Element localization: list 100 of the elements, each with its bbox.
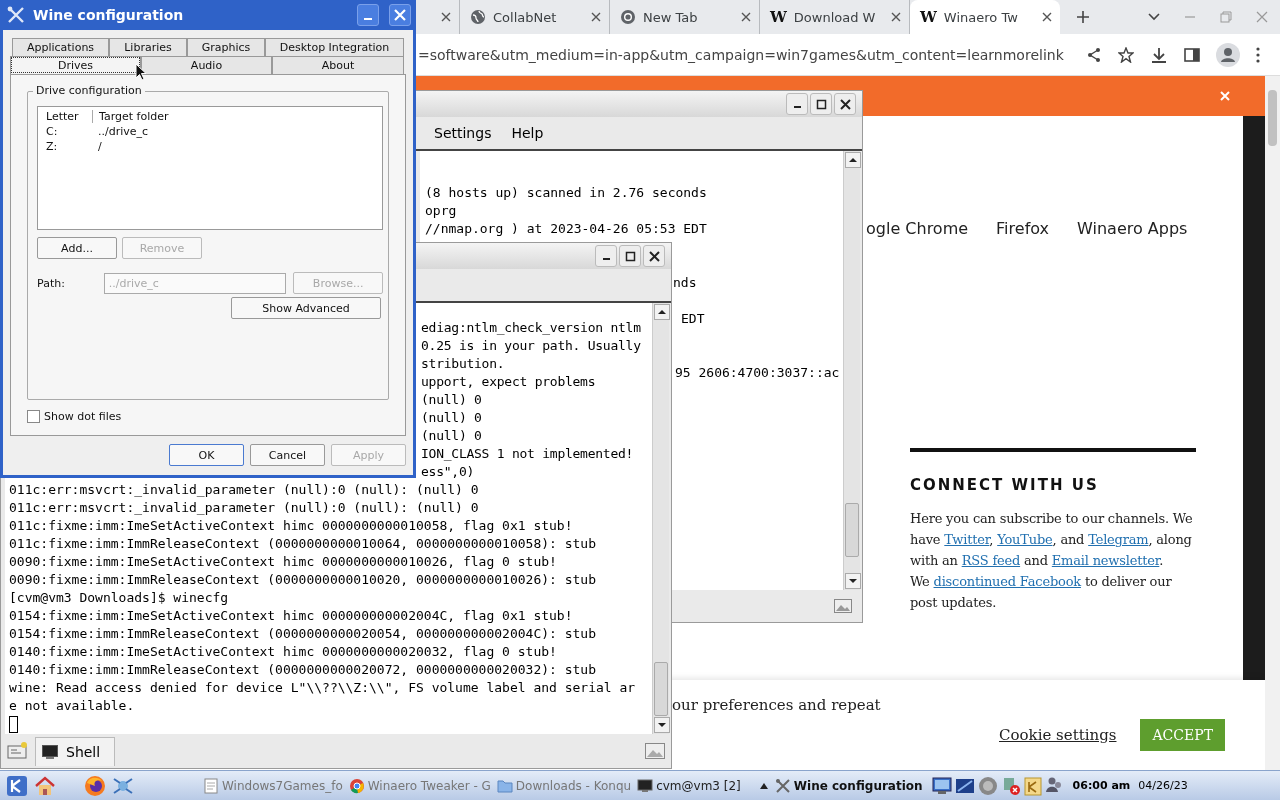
column-header[interactable]: Letter xyxy=(46,110,93,123)
tab[interactable]: Drives xyxy=(10,56,141,74)
scroll-up-icon[interactable] xyxy=(845,152,861,168)
nav-link[interactable]: ogle Chrome xyxy=(866,219,969,238)
close-icon[interactable] xyxy=(741,12,751,22)
tab[interactable]: Applications xyxy=(12,38,109,56)
maximize-button[interactable] xyxy=(619,245,641,267)
close-icon[interactable] xyxy=(648,250,660,262)
close-icon[interactable] xyxy=(1042,12,1052,22)
tools-icon xyxy=(774,777,791,794)
profile-icon[interactable] xyxy=(1216,42,1240,67)
start-menu-icon[interactable] xyxy=(6,774,28,797)
clock-time: 06:00 am xyxy=(1072,779,1131,792)
browser-tab[interactable]: W Winaero Tw xyxy=(910,0,1060,34)
star-icon[interactable] xyxy=(1118,46,1134,63)
maximize-button[interactable] xyxy=(810,93,832,115)
home-icon[interactable] xyxy=(34,774,56,797)
close-icon[interactable] xyxy=(891,12,901,22)
terminal-line: 0.25 is in your path. Usually xyxy=(421,337,642,355)
display-icon[interactable] xyxy=(954,776,975,795)
paragraph: Here you can subscribe to our channels. We have Twitter, YouTube, and Telegram, along with an RSS feed and Email newsletter. xyxy=(910,510,1194,570)
paragraph: We discontinued Facebook to deliver our post updates. xyxy=(910,573,1173,612)
firefox-icon[interactable] xyxy=(84,774,106,797)
terminal-line: upport, expect problems xyxy=(421,373,597,391)
share-icon[interactable] xyxy=(1086,46,1102,63)
menu-icon[interactable] xyxy=(1256,46,1260,63)
terminal-icon xyxy=(637,777,654,794)
scrollbar-thumb[interactable] xyxy=(654,662,668,716)
menu-item[interactable]: Help xyxy=(511,125,544,141)
maximize-icon[interactable] xyxy=(624,250,636,262)
scroll-down-icon[interactable] xyxy=(654,717,670,733)
terminal-line: e not available. xyxy=(9,697,136,715)
terminal-line: 0140:fixme:imm:ImeSetActiveContext himc 0000000000020032, flag 0 stub! xyxy=(9,643,558,661)
tab[interactable]: Audio xyxy=(141,56,272,74)
terminal-line: 0154:fixme:imm:ImmReleaseContext (0000000000020054, 000000000002004C): stub xyxy=(9,625,597,643)
link[interactable]: discontinued Facebook xyxy=(933,574,1081,589)
button[interactable]: Add... xyxy=(37,237,117,259)
scrollbar[interactable] xyxy=(1265,76,1280,770)
close-icon[interactable] xyxy=(441,12,451,22)
terminal-line: 011c:err:msvcrt:_invalid_parameter (null):0 (null): (null) 0 xyxy=(9,499,480,517)
link[interactable]: YouTube xyxy=(997,532,1053,547)
scrollbar[interactable] xyxy=(843,151,860,590)
terminal-line: 0090:fixme:imm:ImmReleaseContext (0000000000010020, 0000000000010026): stub xyxy=(9,571,597,589)
monitor-icon[interactable] xyxy=(931,776,952,795)
tab[interactable]: Graphics xyxy=(187,38,265,56)
terminal-line: 0140:fixme:imm:ImmReleaseContext (0000000000020072, 0000000000020032): stub xyxy=(9,661,597,679)
close-button[interactable] xyxy=(834,93,856,115)
window-title: Wine configuration xyxy=(33,7,184,23)
terminal-line: (8 hosts up) scanned in 2.76 seconds xyxy=(425,184,708,202)
side-panel-icon[interactable] xyxy=(1184,46,1200,63)
minimize-button[interactable] xyxy=(595,245,617,267)
image-icon[interactable] xyxy=(645,743,665,759)
show-advanced-button[interactable]: Show Advanced xyxy=(231,297,381,319)
terminal-line: 95 2606:4700:3037::ac xyxy=(675,364,841,382)
nav-link[interactable]: Firefox xyxy=(996,219,1050,238)
chevron-down-icon[interactable] xyxy=(1148,13,1160,21)
button[interactable]: OK xyxy=(169,444,244,466)
maximize-icon[interactable] xyxy=(815,98,827,110)
download-icon[interactable] xyxy=(1150,45,1168,64)
terminal-line: ess",0) xyxy=(421,463,476,481)
tab[interactable]: About xyxy=(272,56,404,74)
scrollbar[interactable] xyxy=(652,303,669,734)
terminal-line: 011c:err:msvcrt:_invalid_parameter (null):0 (null): (null) 0 xyxy=(9,481,480,499)
scroll-down-icon[interactable] xyxy=(845,573,861,589)
link[interactable]: RSS feed xyxy=(961,553,1021,568)
minimize-button[interactable] xyxy=(786,93,808,115)
tab[interactable]: Desktop Integration xyxy=(265,38,404,56)
scrollbar-thumb[interactable] xyxy=(1268,90,1277,146)
arrow-up-icon[interactable] xyxy=(759,782,768,789)
close-icon[interactable] xyxy=(839,98,851,110)
cookie-settings-link[interactable]: Cookie settings xyxy=(999,726,1117,744)
site-logo: W xyxy=(920,8,937,26)
menu-item[interactable]: Settings xyxy=(434,125,492,141)
taskbar-button[interactable]: cvm@vm3 [2] xyxy=(634,773,744,798)
link[interactable]: Telegram xyxy=(1088,532,1149,547)
terminal-line: 011c:fixme:imm:ImmReleaseContext (0000000000010064, 0000000000010058): stub xyxy=(9,535,597,553)
close-icon[interactable] xyxy=(591,12,601,22)
terminal-line: 0154:fixme:imm:ImeSetActiveContext himc 000000000002004C, flag 0x1 stub! xyxy=(9,607,574,625)
group-title: Drive configuration xyxy=(33,84,145,97)
column-header[interactable]: Target folder xyxy=(99,110,169,123)
checkbox[interactable] xyxy=(27,410,40,423)
clock-date: 04/26/23 xyxy=(1138,779,1188,792)
button[interactable]: Cancel xyxy=(250,444,325,466)
tab[interactable]: Libraries xyxy=(109,38,187,56)
scroll-up-icon[interactable] xyxy=(654,304,670,320)
image-icon[interactable] xyxy=(834,599,852,613)
terminal-line: (null) 0 xyxy=(421,391,483,409)
close-button[interactable] xyxy=(643,245,665,267)
scrollbar-thumb[interactable] xyxy=(845,503,859,557)
shell-tab[interactable]: Shell xyxy=(35,736,116,766)
terminal-line: nds xyxy=(673,274,698,292)
tools-icon xyxy=(7,6,25,24)
list-cell: / xyxy=(98,140,102,153)
new-tab-icon[interactable] xyxy=(1076,10,1090,24)
checkbox-label: Show dot files xyxy=(44,410,122,423)
site-logo: W xyxy=(770,8,787,26)
taskbar-button[interactable]: Wine configuration xyxy=(771,773,926,798)
folder-icon xyxy=(496,777,513,794)
nav-link[interactable]: Winaero Apps xyxy=(1077,219,1188,238)
field-label: Path: xyxy=(37,276,66,290)
